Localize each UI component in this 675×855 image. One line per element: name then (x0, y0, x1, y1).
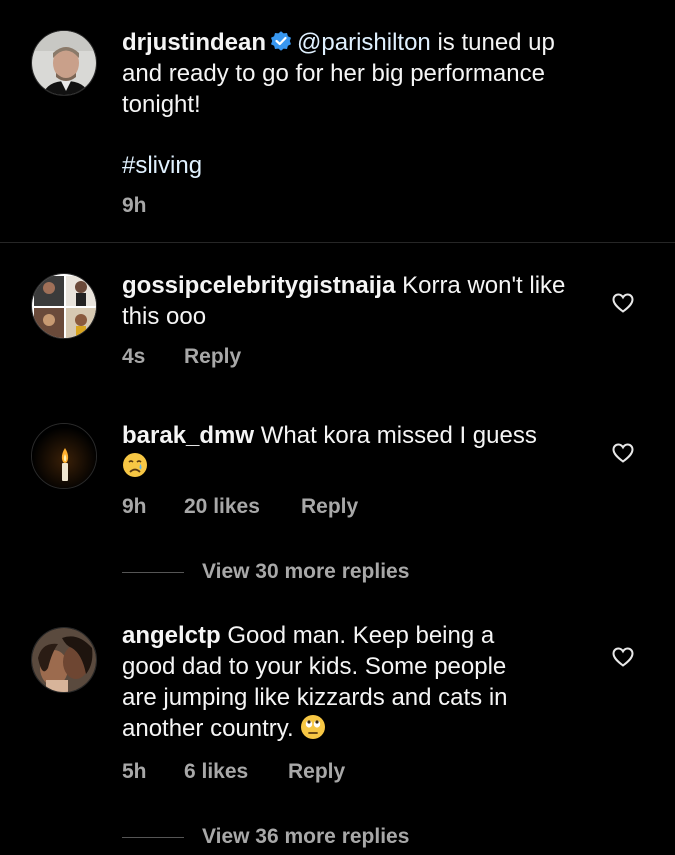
comment-timestamp: 5h (122, 760, 147, 783)
comment-item: barak_dmw What kora missed I guess 9h 20… (0, 393, 675, 593)
comment-body-1: Korra won't like (395, 272, 566, 299)
avatar-image (32, 424, 96, 488)
post-timestamp: 9h (122, 194, 147, 217)
reply-button[interactable]: Reply (301, 495, 358, 519)
reply-button[interactable]: Reply (288, 760, 345, 784)
comment-likes[interactable]: 6 likes (184, 760, 288, 784)
comment-text: gossipcelebritygistnaija Korra won't lik… (122, 270, 592, 332)
post-time: 9h (122, 194, 147, 218)
view-more-replies-label[interactable]: View 36 more replies (202, 825, 409, 849)
comment-username[interactable]: angelctp (122, 622, 221, 649)
comment-body-1: Good man. Keep being a (220, 622, 495, 649)
comment-text: angelctp Good man. Keep being a good dad… (122, 620, 592, 744)
post-hashtag[interactable]: #sliving (122, 150, 202, 181)
post-text-2: and ready to go for her big performance (122, 60, 545, 87)
like-heart-icon[interactable] (611, 291, 635, 315)
like-heart-icon[interactable] (611, 645, 635, 669)
avatar-image (32, 628, 96, 692)
comment-timestamp: 9h (122, 495, 147, 518)
comment-body-4: another country. (122, 715, 301, 742)
post-username[interactable]: drjustindean (122, 29, 266, 56)
replies-line (122, 571, 184, 573)
post-text-1: is tuned up (430, 29, 555, 56)
comment-username[interactable]: gossipcelebritygistnaija (122, 272, 395, 299)
comment-username[interactable]: barak_dmw (122, 422, 254, 449)
comment-body-2: this ooo (122, 303, 207, 330)
view-more-replies[interactable]: View 30 more replies (122, 560, 409, 584)
like-heart-icon[interactable] (611, 441, 635, 465)
crying-face-icon (123, 453, 147, 477)
post-caption-text: drjustindean @parishilton is tuned up and… (122, 27, 642, 120)
avatar-image (32, 274, 96, 338)
comment-meta: 4s Reply (122, 345, 241, 369)
comment-body-1: What kora missed I guess (254, 422, 537, 449)
post-text-3: tonight! (122, 91, 201, 118)
verified-badge-icon (271, 31, 292, 51)
view-more-replies-label[interactable]: View 30 more replies (202, 560, 409, 584)
replies-line (122, 836, 184, 838)
comment-body-2: good dad to your kids. Some people (122, 653, 507, 680)
comment-text: barak_dmw What kora missed I guess (122, 420, 592, 482)
post-mention-link[interactable]: @parishilton (297, 29, 431, 56)
comment-avatar[interactable] (31, 423, 97, 489)
reply-button[interactable]: Reply (184, 345, 241, 369)
avatar-image (32, 31, 96, 95)
comment-avatar[interactable] (31, 627, 97, 693)
view-more-replies[interactable]: View 36 more replies (122, 825, 409, 849)
comment-meta: 9h 20 likes Reply (122, 495, 358, 519)
comment-likes[interactable]: 20 likes (184, 495, 301, 519)
comment-meta: 5h 6 likes Reply (122, 760, 345, 784)
post-author-avatar[interactable] (31, 30, 97, 96)
post-caption: drjustindean @parishilton is tuned up and… (0, 0, 675, 242)
comment-avatar[interactable] (31, 273, 97, 339)
comment-body-3: are jumping like kizzards and cats in (122, 684, 508, 711)
comment-timestamp: 4s (122, 345, 146, 368)
comment-item: gossipcelebritygistnaija Korra won't lik… (0, 243, 675, 383)
rolling-eyes-face-icon (301, 715, 326, 739)
comment-item: angelctp Good man. Keep being a good dad… (0, 597, 675, 855)
